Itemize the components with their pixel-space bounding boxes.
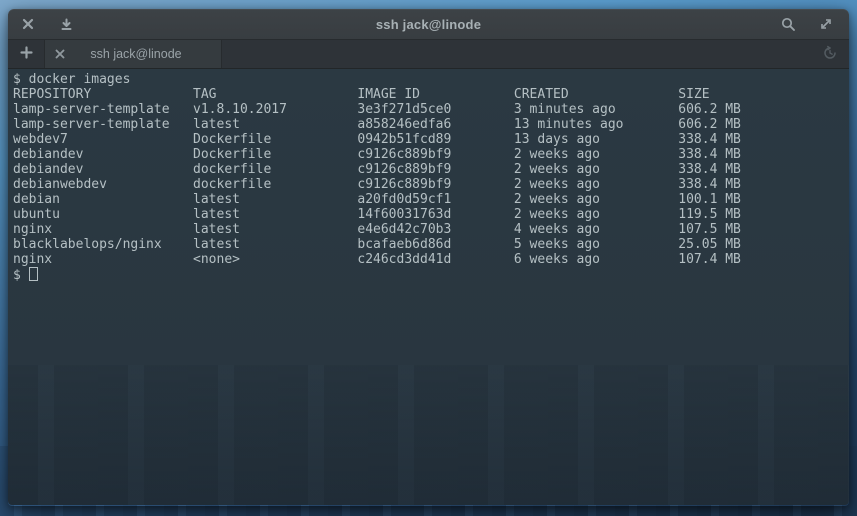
tab-ssh-session[interactable]: ssh jack@linode [45,40,222,68]
terminal-prompt-line: $ [13,267,849,283]
maximize-icon [819,17,833,31]
history-icon [822,45,838,64]
search-icon [781,17,796,32]
tabbar-spacer [222,40,821,68]
tab-close-button[interactable] [53,47,67,61]
search-button[interactable] [780,16,796,32]
terminal-table-row: lamp-server-template v1.8.10.2017 3e3f27… [13,102,849,117]
terminal-table-row: lamp-server-template latest a858246edfa6… [13,117,849,132]
window-title: ssh jack@linode [8,17,849,32]
terminal-table-row: nginx <none> c246cd3dd41d 6 weeks ago 10… [13,252,849,267]
history-button[interactable] [821,45,839,63]
x-icon [55,47,65,62]
terminal-table-row: debian latest a20fd0d59cf1 2 weeks ago 1… [13,192,849,207]
download-icon [60,18,73,31]
close-window-button[interactable] [20,16,36,32]
tab-bar: ssh jack@linode [8,40,849,69]
window-titlebar[interactable]: ssh jack@linode [8,9,849,40]
terminal-table-row: ubuntu latest 14f60031763d 2 weeks ago 1… [13,207,849,222]
close-icon [22,18,34,30]
desktop-wallpaper: ssh jack@linode [0,0,857,516]
terminal-table-row: nginx latest e4e6d42c70b3 4 weeks ago 10… [13,222,849,237]
download-button[interactable] [58,16,74,32]
terminal-screen[interactable]: $ docker imagesREPOSITORY TAG IMAGE ID C… [8,69,849,505]
terminal-output: $ docker imagesREPOSITORY TAG IMAGE ID C… [13,72,849,283]
terminal-table-row: webdev7 Dockerfile 0942b51fcd89 13 days … [13,132,849,147]
terminal-command-line: $ docker images [13,72,849,87]
titlebar-left-controls [20,16,74,32]
terminal-table-row: debiandev Dockerfile c9126c889bf9 2 week… [13,147,849,162]
terminal-table-row: debiandev dockerfile c9126c889bf9 2 week… [13,162,849,177]
plus-icon [20,46,33,62]
terminal-window: ssh jack@linode [8,9,849,506]
titlebar-right-controls [780,16,837,32]
new-tab-button[interactable] [8,40,45,68]
maximize-button[interactable] [818,16,834,32]
terminal-table-row: blacklabelops/nginx latest bcafaeb6d86d … [13,237,849,252]
terminal-table-header: REPOSITORY TAG IMAGE ID CREATED SIZE [13,87,849,102]
terminal-cursor [29,267,38,281]
terminal-table-row: debianwebdev dockerfile c9126c889bf9 2 w… [13,177,849,192]
tab-label: ssh jack@linode [67,47,215,61]
